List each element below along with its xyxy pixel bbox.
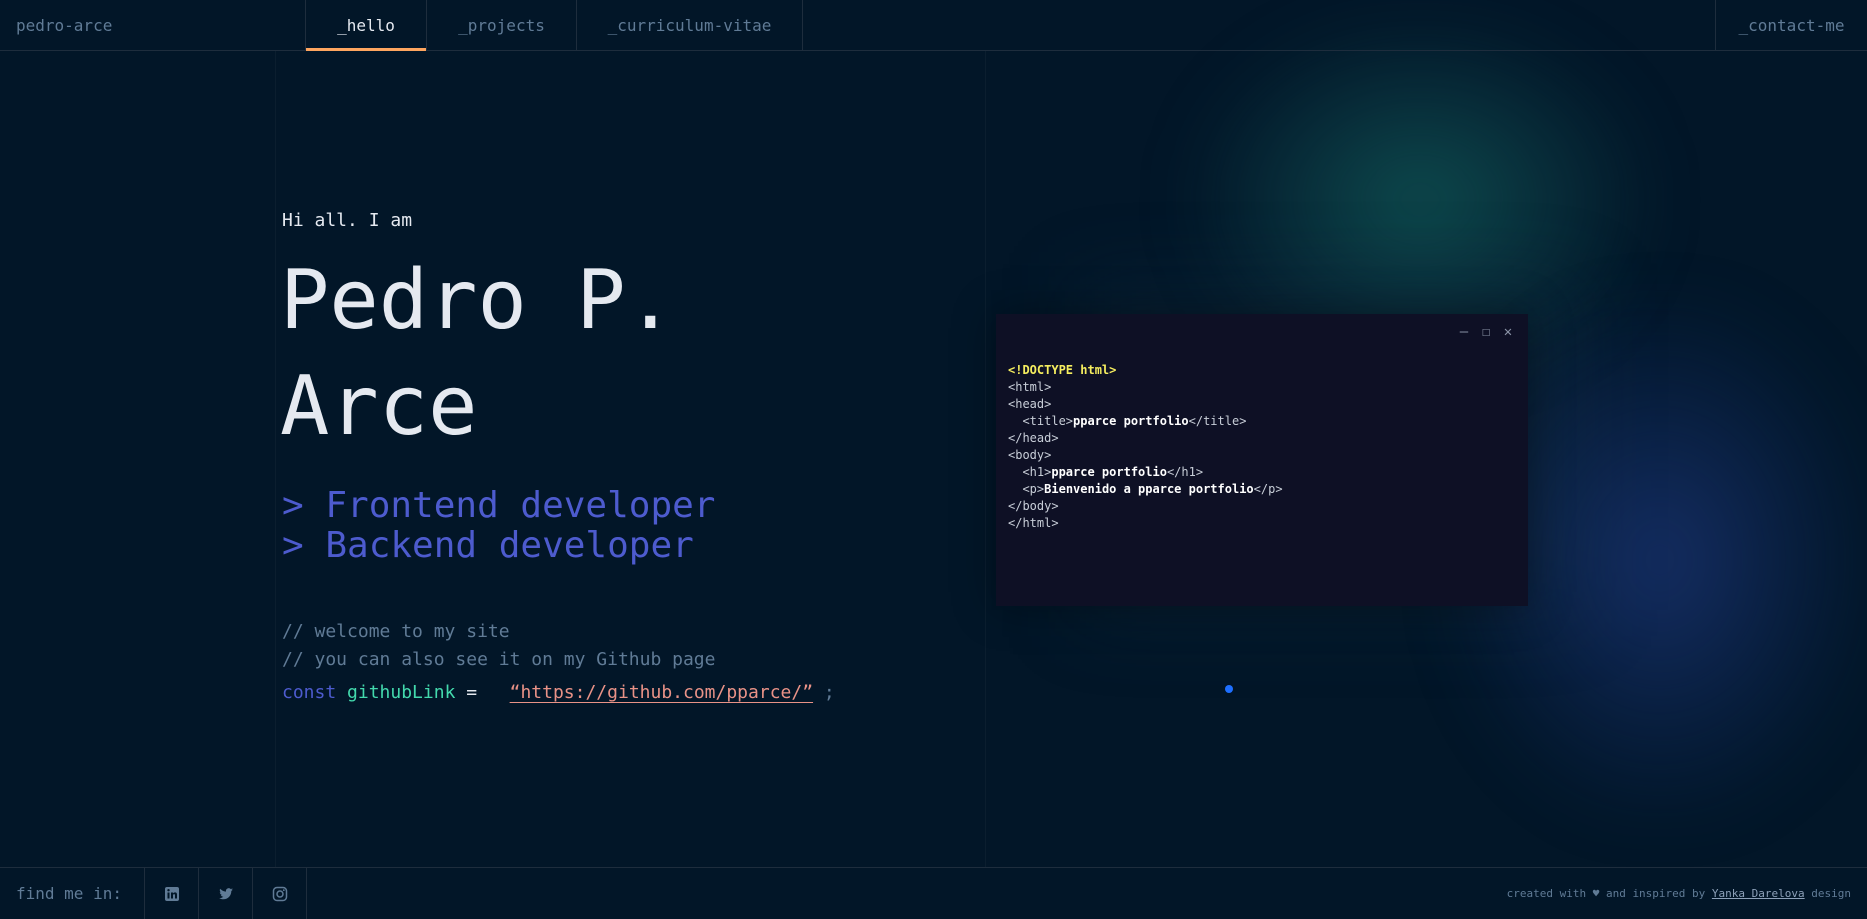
blue-dot-indicator [1225,685,1233,693]
page: pedro-arce _hello _projects _curriculum-… [0,0,1867,919]
footer-spacer [307,868,1507,919]
code-window: – ☐ ✕ <!DOCTYPE html> <html> <head> <tit… [996,314,1528,606]
comment-github: // you can also see it on my Github page [282,649,716,670]
code-keyword: const [282,682,337,703]
code-h1-close: </h1> [1166,465,1204,479]
brand-name[interactable]: pedro-arce [0,0,306,50]
grid-line [275,51,276,867]
header-spacer [803,0,1715,50]
code-p-text: Bienvenido a pparce portfolio [1044,482,1254,496]
social-linkedin[interactable] [145,868,199,919]
credits: created with ♥ and inspired by Yanka Dar… [1507,868,1867,919]
tab-projects[interactable]: _projects [427,0,577,50]
code-body-close: </body> [1008,499,1059,513]
code-p-close: </p> [1253,482,1283,496]
footer: find me in: created with ♥ and inspired … [0,867,1867,919]
developer-name: Pedro P. Arce [280,253,675,454]
code-head-close: </head> [1008,431,1059,445]
comment-welcome: // welcome to my site [282,621,510,642]
window-controls: – ☐ ✕ [1458,324,1514,340]
greeting: Hi all. I am [282,210,413,231]
instagram-icon [272,886,287,901]
credits-prefix: created with ♥ and inspired by [1506,887,1712,900]
tab-curriculum-vitae[interactable]: _curriculum-vitae [577,0,803,50]
maximize-icon[interactable]: ☐ [1480,324,1492,340]
grid-line [985,51,986,867]
code-html-close: </html> [1008,516,1059,530]
role-frontend: > Frontend developer [282,485,716,526]
code-variable: githubLink [347,682,456,703]
code-comments: // welcome to my site // you can also se… [282,618,715,674]
close-icon[interactable]: ✕ [1502,324,1514,340]
find-me-label: find me in: [0,868,145,919]
credits-suffix: design [1804,887,1851,900]
tab-contact-me[interactable]: _contact-me [1715,0,1867,50]
code-html-open: <html> [1008,380,1052,394]
code-head-open: <head> [1008,397,1052,411]
code-title-text: pparce portfolio [1073,414,1189,428]
code-operator: = [466,682,478,703]
credits-author-link[interactable]: Yanka Darelova [1712,887,1805,900]
linkedin-icon [164,886,179,901]
twitter-icon [218,887,233,899]
github-link[interactable]: “https://github.com/pparce/” [510,682,813,703]
code-h1-text: pparce portfolio [1051,465,1167,479]
code-title-close: </title> [1188,414,1247,428]
role-backend: > Backend developer [282,525,694,566]
code-doctype: <!DOCTYPE html> [1008,363,1117,377]
github-link-line: const githubLink = “https://github.com/p… [282,682,835,703]
minimize-icon[interactable]: – [1458,324,1470,340]
tab-hello[interactable]: _hello [306,0,427,51]
code-p-open: <p> [1022,482,1045,496]
html-code-snippet: <!DOCTYPE html> <html> <head> <title>ppa… [1008,362,1283,532]
social-twitter[interactable] [199,868,253,919]
roles-list: > Frontend developer > Backend developer [282,486,715,566]
code-terminator: ; [823,682,835,703]
top-navigation: pedro-arce _hello _projects _curriculum-… [0,0,1867,51]
social-instagram[interactable] [253,868,307,919]
code-title-open: <title> [1022,414,1074,428]
code-h1-open: <h1> [1022,465,1052,479]
code-body-open: <body> [1008,448,1052,462]
